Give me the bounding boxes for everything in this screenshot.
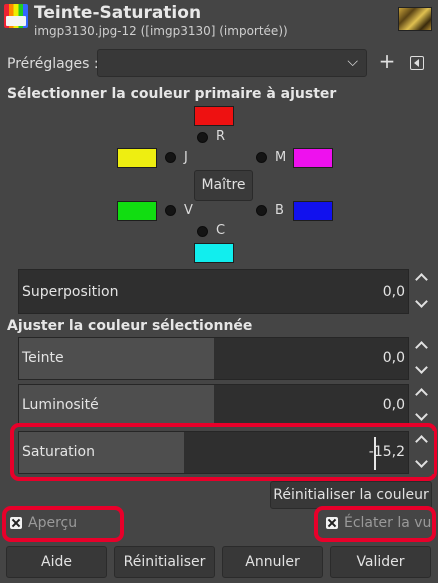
swatch-v[interactable]: [117, 201, 157, 221]
lightness-label: Luminosité: [22, 397, 99, 413]
increment-icon[interactable]: [415, 339, 427, 351]
chevron-down-icon: ⌵: [347, 54, 358, 70]
hue-slider[interactable]: Teinte 0,0: [18, 337, 409, 380]
split-view-checkbox[interactable]: [326, 517, 338, 529]
lightness-spinner[interactable]: [410, 384, 434, 427]
radio-r[interactable]: [197, 132, 208, 143]
decrement-icon[interactable]: [415, 297, 427, 309]
master-button[interactable]: Maître: [194, 170, 253, 201]
radio-b[interactable]: [256, 205, 267, 216]
image-thumbnail: [398, 7, 432, 31]
increment-icon[interactable]: [415, 271, 427, 283]
swatch-b[interactable]: [293, 201, 333, 221]
swatch-c[interactable]: [194, 243, 234, 263]
increment-icon[interactable]: [415, 433, 427, 445]
hue-value: 0,0: [382, 350, 405, 366]
ok-button[interactable]: Valider: [330, 546, 431, 578]
reset-color-button[interactable]: Réinitialiser la couleur: [270, 481, 432, 509]
saturation-spinner[interactable]: [410, 431, 434, 474]
app-icon: [4, 4, 28, 28]
preview-checkbox[interactable]: [10, 517, 22, 529]
lightness-slider[interactable]: Luminosité 0,0: [18, 384, 409, 427]
decrement-icon[interactable]: [415, 363, 427, 375]
overlap-spinner[interactable]: [410, 269, 434, 314]
add-preset-button[interactable]: +: [376, 50, 398, 74]
split-view-label: Éclater la vue: [344, 515, 436, 531]
swatch-j[interactable]: [117, 148, 157, 168]
radio-j[interactable]: [165, 152, 176, 163]
cancel-button[interactable]: Annuler: [222, 546, 323, 578]
saturation-slider[interactable]: Saturation -15,2: [18, 431, 409, 474]
dialog-title: Teinte-Saturation: [34, 3, 202, 23]
presets-combo[interactable]: ⌵: [97, 49, 367, 77]
saturation-value: -15,2: [368, 444, 405, 460]
presets-label: Préréglages :: [7, 56, 99, 72]
overlap-slider[interactable]: Superposition 0,0: [18, 269, 409, 314]
hue-label: Teinte: [22, 350, 64, 366]
label-m: M: [275, 150, 287, 165]
saturation-label: Saturation: [22, 444, 95, 460]
label-j: J: [184, 150, 188, 165]
preview-label: Aperçu: [28, 515, 78, 531]
radio-c[interactable]: [197, 226, 208, 237]
label-c: C: [216, 223, 226, 238]
split-view-highlight: Éclater la vue: [314, 506, 436, 542]
radio-v[interactable]: [165, 205, 176, 216]
label-v: V: [184, 203, 193, 218]
reset-button[interactable]: Réinitialiser: [114, 546, 215, 578]
swatch-m[interactable]: [293, 148, 333, 168]
select-color-heading: Sélectionner la couleur primaire à ajust…: [7, 86, 337, 102]
swatch-r[interactable]: [194, 106, 234, 126]
help-button[interactable]: Aide: [6, 546, 107, 578]
increment-icon[interactable]: [415, 386, 427, 398]
overlap-value: 0,0: [382, 284, 405, 300]
decrement-icon[interactable]: [415, 410, 427, 422]
lightness-value: 0,0: [382, 397, 405, 413]
overlap-label: Superposition: [22, 284, 119, 300]
label-b: B: [275, 203, 284, 218]
dialog-subtitle: imgp3130.jpg-12 ([imgp3130] (importée)): [34, 24, 288, 38]
hue-spinner[interactable]: [410, 337, 434, 380]
presets-menu-icon[interactable]: [410, 56, 424, 70]
decrement-icon[interactable]: [415, 457, 427, 469]
radio-m[interactable]: [256, 152, 267, 163]
label-r: R: [216, 129, 226, 144]
adjust-color-heading: Ajuster la couleur sélectionnée: [7, 318, 253, 334]
